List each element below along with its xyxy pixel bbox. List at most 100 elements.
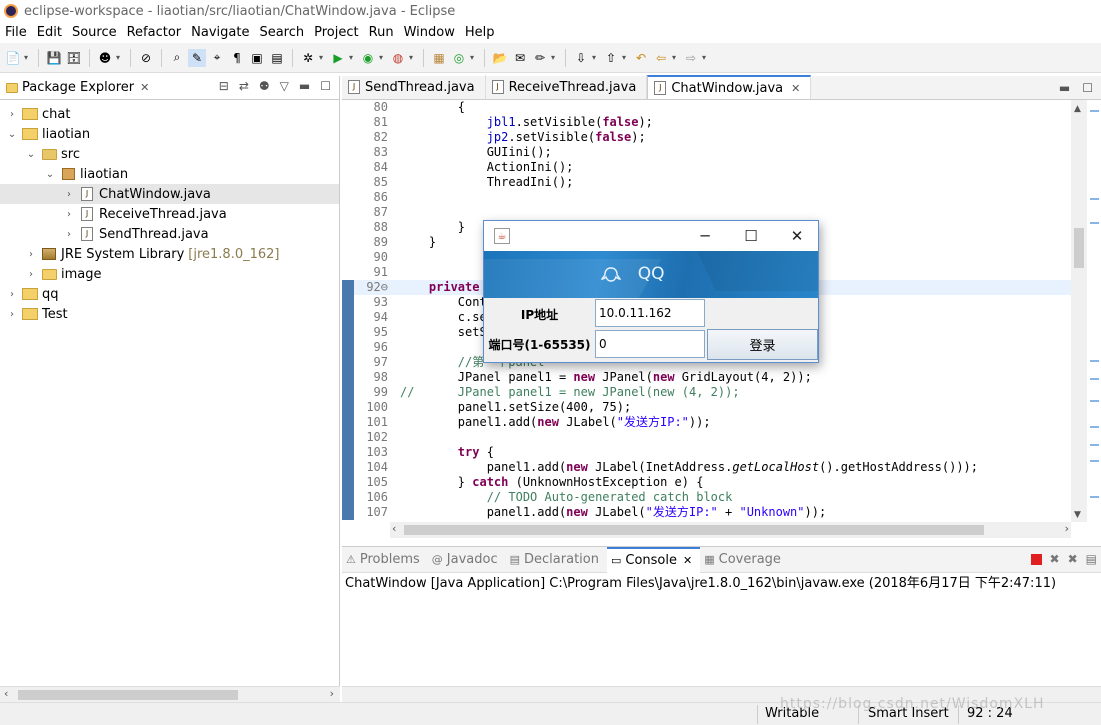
view-menu-icon[interactable]: ▽ (280, 79, 289, 93)
code-line[interactable]: 87 (342, 205, 1101, 220)
scroll-down-icon[interactable]: ▼ (1074, 510, 1081, 520)
chevron-right-icon[interactable]: › (63, 209, 75, 220)
code-line[interactable]: 106 // TODO Auto-generated catch block (342, 490, 1101, 505)
code-line[interactable]: 85 ThreadIni(); (342, 175, 1101, 190)
tree-item[interactable]: ⌄ liaotian (0, 164, 339, 184)
chevron-right-icon[interactable]: › (25, 249, 37, 260)
collapse-all-icon[interactable]: ⊟ (219, 79, 229, 93)
tab-problems[interactable]: ⚠ Problems (342, 547, 428, 573)
chevron-right-icon[interactable]: › (25, 269, 37, 280)
overview-ruler[interactable] (1087, 100, 1101, 522)
code-line[interactable]: 102 (342, 430, 1101, 445)
menu-item-navigate[interactable]: Navigate (186, 25, 254, 40)
scroll-left-icon[interactable]: ‹ (4, 687, 8, 700)
remove-launch-icon[interactable]: ✖ (1050, 552, 1060, 566)
coverage-run-icon[interactable]: ◉ (359, 49, 377, 67)
open-declaration-icon[interactable]: ⌕ (168, 49, 186, 67)
chevron-right-icon[interactable]: › (6, 309, 18, 320)
menu-item-window[interactable]: Window (399, 25, 460, 40)
forward-dropdown-icon[interactable]: ▾ (702, 53, 710, 62)
scroll-left-icon[interactable]: ‹ (392, 522, 396, 535)
chevron-down-icon[interactable]: ⌄ (25, 149, 37, 160)
code-line[interactable]: 84 ActionIni(); (342, 160, 1101, 175)
terminate-icon[interactable] (1030, 554, 1042, 565)
focus-icon[interactable]: ⚉ (259, 79, 270, 93)
show-whitespace-icon[interactable]: ¶ (228, 49, 246, 67)
code-line[interactable]: 81 jbl1.setVisible(false); (342, 115, 1101, 130)
open-task-icon[interactable]: ✉ (511, 49, 529, 67)
overview-marker[interactable] (1090, 400, 1099, 402)
overview-marker[interactable] (1090, 444, 1099, 446)
package-explorer-hscrollbar[interactable]: ‹ › (0, 686, 340, 702)
back-icon[interactable]: ⇦ (652, 49, 670, 67)
tree-item[interactable]: › J SendThread.java (0, 224, 339, 244)
tab-javadoc[interactable]: @ Javadoc (428, 547, 506, 573)
chevron-down-icon[interactable]: ⌄ (6, 129, 18, 140)
scroll-thumb[interactable] (404, 525, 984, 535)
new-icon[interactable]: 📄 (4, 49, 22, 67)
tree-item[interactable]: › image (0, 264, 339, 284)
tab-coverage[interactable]: ▦ Coverage (700, 547, 789, 573)
overview-marker[interactable] (1090, 426, 1099, 428)
code-line[interactable]: 107 panel1.add(new JLabel("发送方IP:" + "Un… (342, 505, 1101, 520)
editor-vscrollbar[interactable]: ▲ ▼ (1071, 100, 1087, 522)
new-java-class-icon[interactable]: ◎ (450, 49, 468, 67)
overview-marker[interactable] (1090, 222, 1099, 224)
code-line[interactable]: 100 panel1.setSize(400, 75); (342, 400, 1101, 415)
search-icon[interactable]: ✏ (531, 49, 549, 67)
close-icon[interactable]: ✕ (140, 81, 149, 94)
debug-icon[interactable]: ✲ (299, 49, 317, 67)
tree-item[interactable]: › chat (0, 104, 339, 124)
menu-item-help[interactable]: Help (460, 25, 500, 40)
maximize-button[interactable]: ☐ (728, 221, 774, 251)
editor-minimize-icon[interactable]: ▬ (1059, 81, 1070, 95)
prev-edit-dropdown-icon[interactable]: ▾ (622, 53, 630, 62)
external-tools-icon[interactable]: ◍ (389, 49, 407, 67)
debug-dropdown-icon[interactable]: ▾ (319, 53, 327, 62)
port-input[interactable]: 0 (595, 330, 705, 358)
dialog-titlebar[interactable]: ☕ ─ ☐ ✕ (484, 221, 818, 251)
save-all-icon[interactable]: 🗄 (65, 49, 83, 67)
tab-package-explorer[interactable]: Package Explorer ✕ (0, 76, 155, 100)
scroll-right-icon[interactable]: › (330, 687, 334, 700)
close-icon[interactable]: ✕ (791, 82, 800, 95)
menu-item-file[interactable]: File (0, 25, 32, 40)
overview-marker[interactable] (1090, 360, 1099, 362)
run-dropdown-icon[interactable]: ▾ (349, 53, 357, 62)
back-dropdown-icon[interactable]: ▾ (672, 53, 680, 62)
close-icon[interactable]: ✕ (683, 554, 692, 567)
code-line[interactable]: 103 try { (342, 445, 1101, 460)
overview-marker[interactable] (1090, 198, 1099, 200)
menu-item-refactor[interactable]: Refactor (122, 25, 187, 40)
menu-item-run[interactable]: Run (364, 25, 399, 40)
editor-tab[interactable]: J SendThread.java (342, 75, 486, 99)
new-class-dropdown-icon[interactable]: ▾ (470, 53, 478, 62)
code-line[interactable]: 99 // JPanel panel1 = new JPanel(new (4, … (342, 385, 1101, 400)
open-type-icon[interactable]: 📂 (491, 49, 509, 67)
scroll-up-icon[interactable]: ▲ (1074, 104, 1081, 114)
next-edit-icon[interactable]: ⇩ (572, 49, 590, 67)
search-dropdown-icon[interactable]: ▾ (551, 53, 559, 62)
tree-item[interactable]: › Test (0, 304, 339, 324)
editor-tab[interactable]: J ChatWindow.java ✕ (647, 75, 812, 99)
profile-icon[interactable]: ☻ (96, 49, 114, 67)
ip-input[interactable]: 10.0.11.162 (595, 299, 705, 327)
overview-marker[interactable] (1090, 460, 1099, 462)
coverage-dropdown-icon[interactable]: ▾ (379, 53, 387, 62)
remove-all-terminated-icon[interactable]: ✖ (1068, 552, 1078, 566)
code-line[interactable]: 80 { (342, 100, 1101, 115)
tree-item[interactable]: › J ReceiveThread.java (0, 204, 339, 224)
external-tools-dropdown-icon[interactable]: ▾ (409, 53, 417, 62)
chevron-down-icon[interactable]: ⌄ (44, 169, 56, 180)
console-menu-icon[interactable]: ▤ (1086, 552, 1097, 566)
editor-tab[interactable]: J ReceiveThread.java (486, 75, 648, 99)
forward-icon[interactable]: ⇨ (682, 49, 700, 67)
code-line[interactable]: 98 JPanel panel1 = new JPanel(new GridLa… (342, 370, 1101, 385)
code-line[interactable]: 86 (342, 190, 1101, 205)
editor-maximize-icon[interactable]: ☐ (1082, 81, 1093, 95)
overview-marker[interactable] (1090, 110, 1099, 112)
scroll-thumb[interactable] (18, 690, 238, 700)
maximize-icon[interactable]: ☐ (320, 79, 331, 93)
skip-breakpoints-icon[interactable]: ⊘ (137, 49, 155, 67)
overview-marker[interactable] (1090, 496, 1099, 498)
